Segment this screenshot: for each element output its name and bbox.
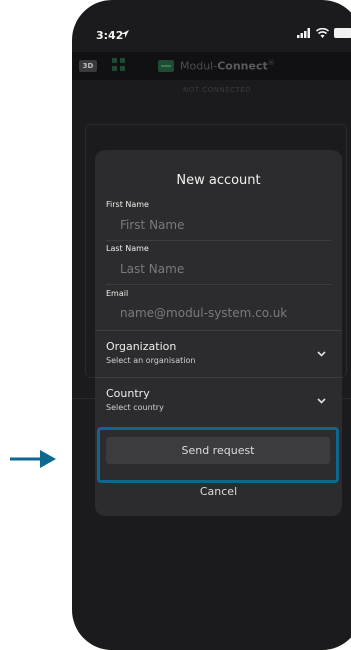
last-name-label: Last Name	[106, 244, 149, 253]
country-select[interactable]: Country Select country	[95, 378, 342, 424]
battery-icon	[334, 28, 351, 38]
first-name-label: First Name	[106, 200, 149, 209]
logo-mark-icon	[158, 59, 174, 72]
divider	[106, 284, 331, 285]
email-field[interactable]: name@modul-system.co.uk	[120, 306, 287, 320]
organization-select[interactable]: Organization Select an organisation	[95, 331, 342, 377]
last-name-field[interactable]: Last Name	[120, 262, 184, 276]
organization-label: Organization	[106, 340, 177, 353]
location-arrow-icon	[121, 30, 129, 38]
divider	[106, 240, 331, 241]
country-label: Country	[106, 387, 150, 400]
modal-title: New account	[176, 173, 261, 188]
chevron-down-icon	[317, 351, 326, 357]
organization-value: Select an organisation	[106, 356, 196, 365]
email-label: Email	[106, 289, 129, 298]
view-3d-button[interactable]: 3D	[79, 60, 97, 72]
brand-logo: Modul-Connect®	[158, 59, 275, 73]
grid-icon[interactable]	[112, 58, 126, 72]
cancel-button[interactable]: Cancel	[95, 485, 342, 498]
chevron-down-icon	[317, 398, 326, 404]
wifi-icon	[316, 28, 329, 38]
connection-status: NOT CONNECTED	[182, 86, 252, 94]
signal-icon	[297, 28, 310, 38]
country-value: Select country	[106, 403, 164, 412]
brand-name: Modul-Connect®	[180, 59, 275, 73]
right-arrow-icon	[10, 450, 56, 468]
status-time: 3:42	[96, 29, 124, 42]
highlight-frame	[97, 427, 339, 483]
app-bar: 3D Modul-Connect®	[72, 52, 351, 80]
first-name-field[interactable]: First Name	[120, 218, 184, 232]
status-bar: 3:42	[72, 0, 351, 48]
